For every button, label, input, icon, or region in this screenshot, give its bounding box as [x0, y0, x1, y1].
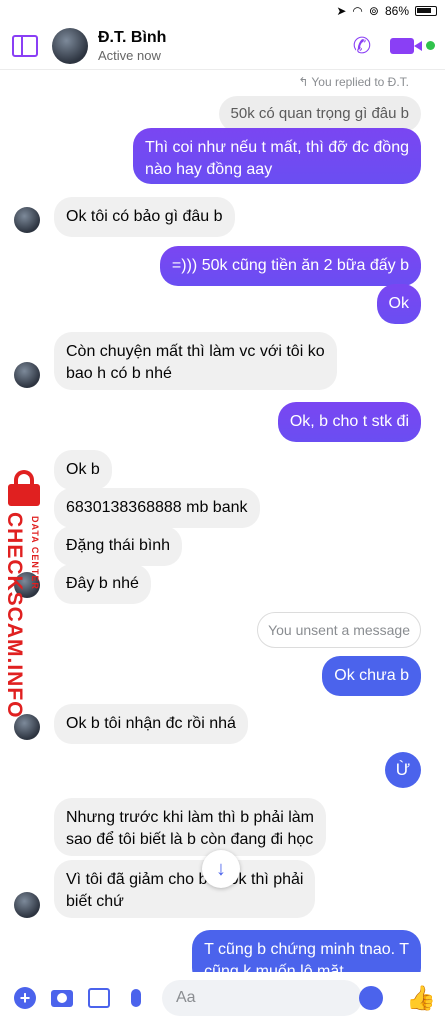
chat-header: Đ.T. Bình Active now ✆: [0, 22, 445, 70]
message-incoming[interactable]: Ok b tôi nhận đc rồi nhá: [54, 704, 248, 744]
plus-icon: +: [14, 987, 36, 1009]
message-incoming[interactable]: 6830138368888 mb bank: [54, 488, 260, 528]
message-input[interactable]: [162, 980, 362, 1016]
message-outgoing[interactable]: Ừ: [385, 752, 421, 788]
sidebar-toggle-icon[interactable]: [12, 34, 38, 57]
camera-button[interactable]: [50, 986, 74, 1010]
battery-percent: 86%: [384, 4, 409, 18]
unsent-notice: You unsent a message: [257, 612, 421, 648]
wifi-icon: ◠: [352, 4, 363, 18]
contact-name: Đ.T. Bình: [98, 28, 167, 46]
sender-avatar[interactable]: [14, 207, 40, 233]
location-icon: ➤: [336, 4, 347, 18]
message-outgoing[interactable]: Ok: [376, 284, 421, 324]
sender-avatar[interactable]: [14, 362, 40, 388]
lock-icon: [4, 470, 44, 506]
image-icon: [88, 988, 110, 1008]
phone-call-icon[interactable]: ✆: [348, 32, 376, 60]
video-call-icon[interactable]: [390, 37, 422, 54]
emoji-icon[interactable]: [359, 986, 383, 1010]
contact-info[interactable]: Đ.T. Bình Active now: [98, 29, 348, 63]
contact-avatar[interactable]: [52, 27, 88, 64]
watermark: CHECKSCAM.INFO DATA CENTER: [2, 470, 48, 719]
reply-note: ↰ You replied to Đ.T.: [298, 75, 409, 89]
gallery-button[interactable]: [87, 986, 111, 1010]
contact-status: Active now: [98, 47, 161, 63]
status-bar: ➤ ◠ ⊚ 86%: [0, 0, 445, 22]
reply-icon: ↰: [298, 75, 309, 89]
more-actions-button[interactable]: +: [13, 986, 37, 1010]
microphone-icon: [131, 989, 141, 1007]
message-incoming[interactable]: Nhưng trước khi làm thì b phải làm sao đ…: [54, 798, 327, 856]
message-incoming[interactable]: Ok tôi có bảo gì đâu b: [54, 197, 235, 237]
message-incoming[interactable]: Vì tôi đã giảm cho b 150k thì phải biết …: [54, 860, 316, 918]
message-incoming[interactable]: Ok b: [54, 450, 112, 490]
arrow-down-icon: ↓: [216, 858, 226, 880]
online-indicator: [426, 41, 435, 50]
voice-button[interactable]: [124, 986, 148, 1010]
message-incoming[interactable]: Còn chuyện mất thì làm vc với tôi ko bao…: [54, 332, 337, 390]
watermark-text: CHECKSCAM.INFO: [3, 512, 26, 719]
camera-icon: [51, 989, 73, 1007]
thumbs-up-icon[interactable]: 👍: [406, 984, 436, 1013]
message-incoming[interactable]: Đặng thái bình: [54, 526, 183, 566]
message-outgoing[interactable]: =))) 50k cũng tiền ăn 2 bữa đấy b: [159, 246, 421, 286]
composer-bar: + 👍: [0, 972, 445, 1024]
message-outgoing[interactable]: Ok, b cho t stk đi: [277, 402, 421, 442]
watermark-subtext: DATA CENTER: [30, 516, 40, 590]
message-outgoing[interactable]: Thì coi như nếu t mất, thì đỡ đc đồng nà…: [132, 128, 421, 184]
scroll-down-button[interactable]: ↓: [202, 850, 240, 888]
message-incoming[interactable]: Đây b nhé: [54, 564, 151, 604]
quoted-message[interactable]: 50k có quan trọng gì đâu b: [218, 96, 421, 132]
sender-avatar[interactable]: [14, 892, 40, 918]
battery-icon: [415, 6, 437, 16]
orientation-lock-icon: ⊚: [368, 4, 379, 18]
message-thread[interactable]: ↰ You replied to Đ.T. 50k có quan trọng g…: [0, 70, 445, 986]
message-outgoing[interactable]: Ok chưa b: [322, 656, 421, 696]
